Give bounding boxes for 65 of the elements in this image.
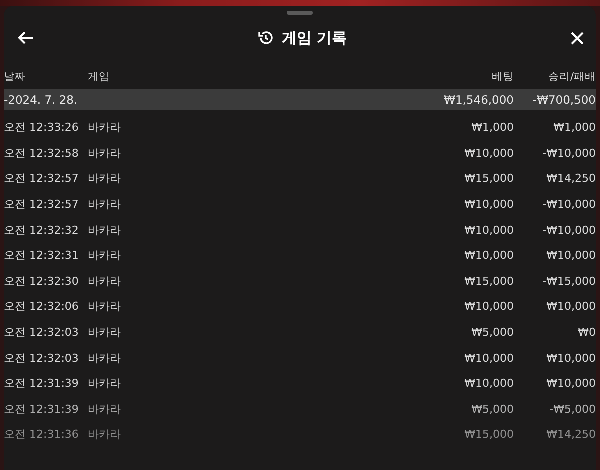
time-cell-text: 오전 12:32:31 [4, 248, 80, 264]
result-cell-text: ₩1,000 [552, 121, 596, 134]
game-cell-text: 바카라 [88, 376, 122, 392]
group-result-total: -₩700,500 [532, 92, 596, 106]
bet-cell-text: ₩10,000 [464, 224, 514, 237]
result-cell-text: ₩0 [577, 326, 596, 340]
bet-cell-text: ₩15,000 [464, 274, 514, 288]
time-cell-text: 오전 12:32:03 [4, 325, 80, 340]
time-cell-text: 오전 12:32:30 [4, 274, 80, 289]
bet-cell-text: ₩5,000 [470, 402, 514, 416]
close-icon[interactable] [570, 32, 584, 44]
column-header: 날짜 [4, 70, 27, 84]
history-icon [258, 30, 274, 46]
date-group-row[interactable]: -2024. 7. 28. ₩1,546,000 -₩700,500 [4, 89, 596, 110]
game-cell-text: 바카라 [88, 427, 122, 442]
result-cell-text: ₩10,000 [546, 249, 596, 262]
game-cell-text: 바카라 [88, 274, 122, 289]
bet-cell-text: ₩10,000 [464, 249, 514, 262]
time-cell-text: 오전 12:32:32 [4, 222, 80, 238]
game-cell-text: 바카라 [88, 299, 122, 314]
game-cell-text: 바카라 [88, 350, 122, 366]
back-arrow-icon[interactable] [18, 31, 34, 45]
time-cell-text: 오전 12:31:39 [4, 376, 80, 392]
game-cell-text: 바카라 [88, 402, 122, 417]
result-cell-text: ₩14,250 [546, 428, 596, 442]
game-cell-text: 바카라 [88, 248, 122, 264]
time-cell-text: 오전 12:32:57 [4, 171, 80, 186]
bet-cell-text: ₩10,000 [464, 352, 514, 365]
result-cell-text: -₩15,000 [542, 274, 596, 288]
column-header: 게임 [88, 70, 111, 84]
group-date: -2024. 7. 28. [4, 92, 79, 106]
result-cell-text: -₩10,000 [542, 198, 596, 212]
game-cell-text: 바카라 [88, 171, 122, 186]
result-cell-text: -₩10,000 [542, 146, 596, 160]
window-title: 게임 기록 [282, 28, 348, 48]
time-cell-text: 오전 12:32:57 [4, 197, 80, 212]
bet-cell-text: ₩10,000 [464, 377, 514, 390]
time-cell-text: 오전 12:32:58 [4, 146, 80, 161]
time-cell-text: 오전 12:32:06 [4, 299, 80, 314]
group-bet-total: ₩1,546,000 [443, 92, 514, 106]
game-cell-text: 바카라 [88, 197, 122, 212]
time-cell-text: 오전 12:31:36 [4, 427, 80, 442]
game-cell-text: 바카라 [88, 120, 122, 136]
bet-cell-text: ₩10,000 [464, 300, 514, 314]
time-cell-text: 오전 12:33:26 [4, 120, 80, 136]
time-cell-text: 오전 12:31:39 [4, 402, 80, 417]
result-cell-text: ₩10,000 [546, 352, 596, 365]
bet-cell-text: ₩1,000 [470, 121, 514, 134]
result-cell-text: -₩10,000 [542, 224, 596, 237]
time-cell-text: 오전 12:32:03 [4, 350, 80, 366]
bet-cell-text: ₩10,000 [464, 198, 514, 212]
bet-cell-text: ₩15,000 [464, 428, 514, 442]
game-cell-text: 바카라 [88, 146, 122, 161]
bet-cell-text: ₩15,000 [464, 172, 514, 186]
bet-cell-text: ₩5,000 [470, 326, 514, 340]
game-cell-text: 바카라 [88, 222, 122, 238]
column-header: 승리/패배 [547, 70, 596, 84]
result-cell-text: ₩10,000 [546, 300, 596, 314]
bet-cell-text: ₩10,000 [464, 146, 514, 160]
result-cell-text: ₩10,000 [546, 377, 596, 390]
column-header: 베팅 [491, 70, 514, 84]
result-cell-text: -₩5,000 [548, 402, 596, 416]
drag-handle[interactable] [287, 11, 313, 15]
game-cell-text: 바카라 [88, 325, 122, 340]
result-cell-text: ₩14,250 [546, 172, 596, 186]
